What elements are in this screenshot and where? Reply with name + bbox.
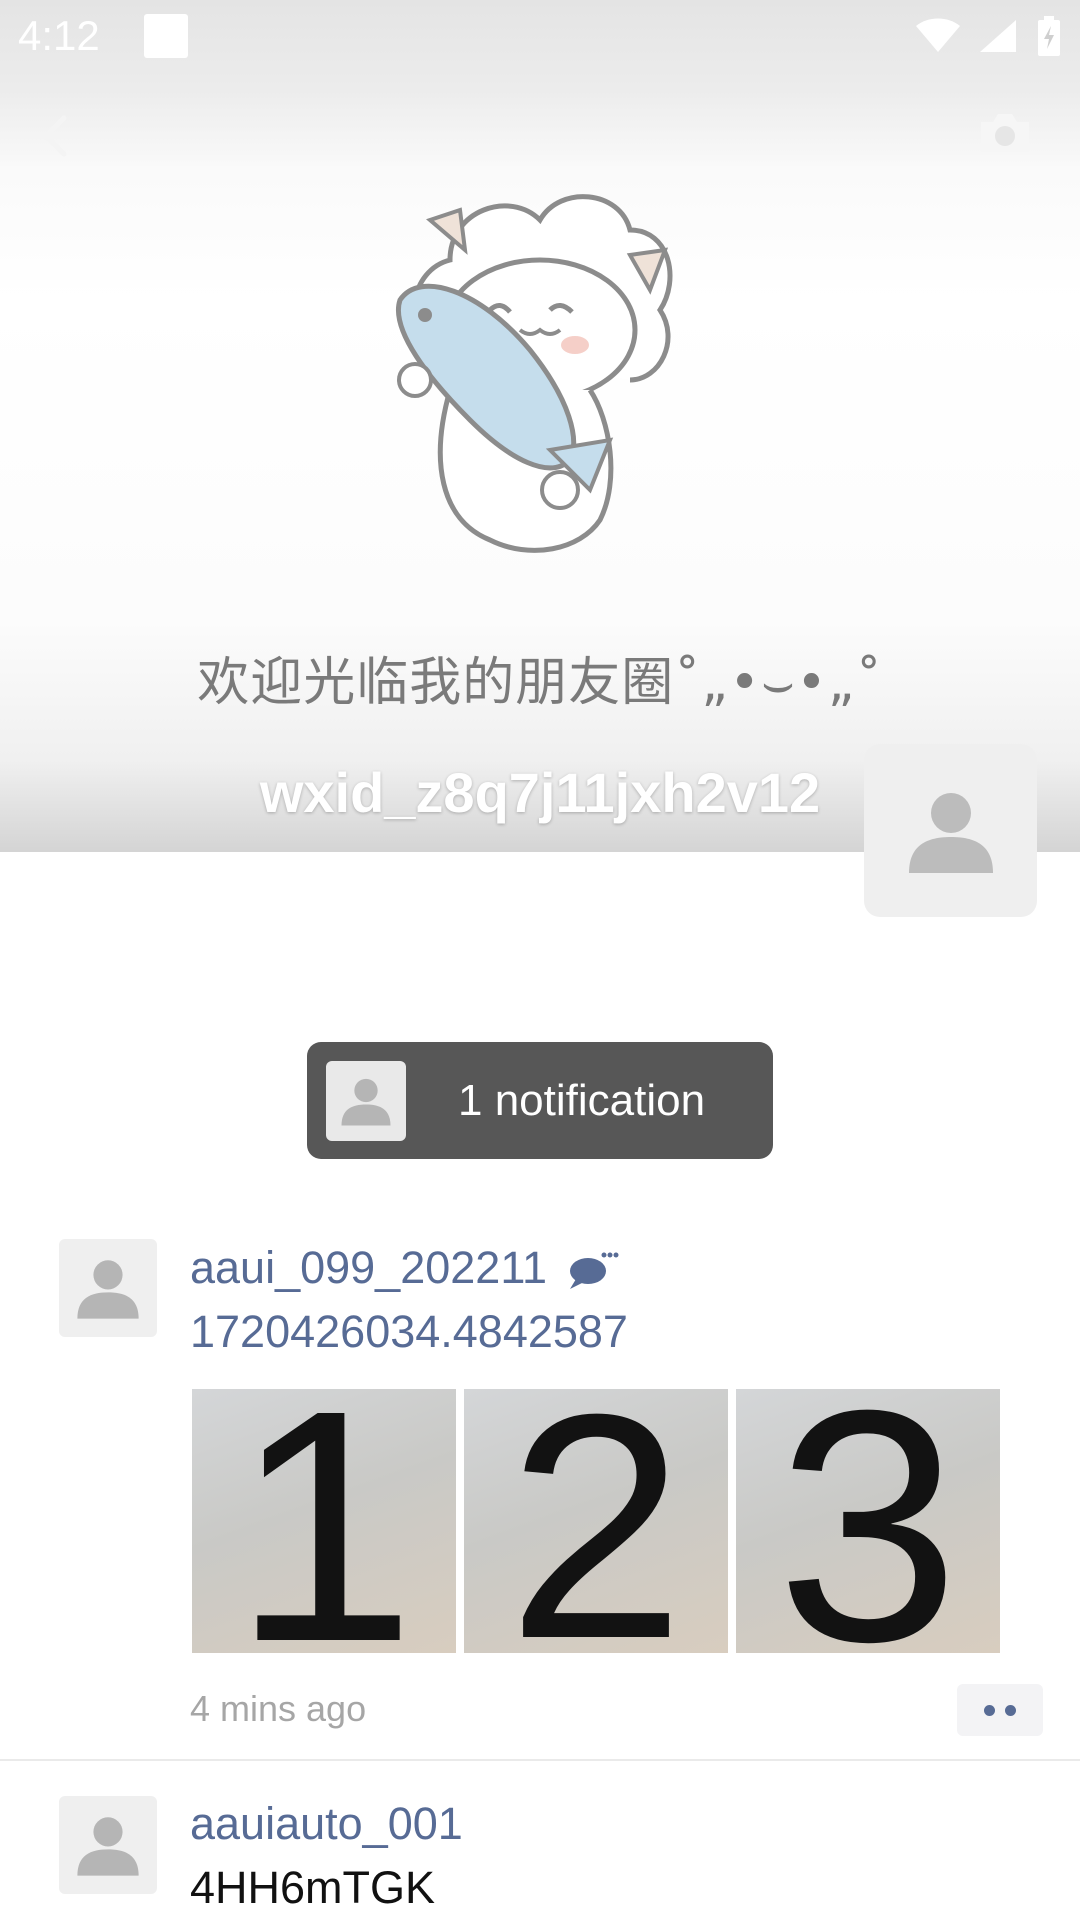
more-dot-icon xyxy=(984,1704,995,1716)
photo-number: 2 xyxy=(507,1389,685,1653)
profile-avatar[interactable] xyxy=(864,744,1037,917)
post-divider xyxy=(0,1759,1080,1761)
post-photo[interactable]: 3 xyxy=(736,1389,1000,1653)
notification-avatar xyxy=(326,1060,406,1141)
chat-bubble-icon xyxy=(569,1252,619,1290)
status-time: 4:12 xyxy=(18,12,100,59)
photo-number: 1 xyxy=(232,1389,416,1653)
post-text[interactable]: 1720426034.4842587 xyxy=(190,1306,628,1358)
cellular-signal-icon xyxy=(980,20,1016,52)
person-placeholder-icon xyxy=(77,1817,139,1876)
status-icons xyxy=(916,16,1062,56)
more-dot-icon xyxy=(1005,1704,1016,1716)
post-actions-button[interactable] xyxy=(957,1684,1043,1736)
moments-screen: 欢迎光临我的朋友圈˚„•⌣•„˚ wxid_z8q7j11jxh2v12 4:1… xyxy=(0,0,1080,1920)
person-placeholder-icon xyxy=(77,1260,139,1319)
back-arrow-icon[interactable] xyxy=(26,106,86,166)
photo-grid: 1 2 3 xyxy=(192,1389,1000,1653)
post-photo[interactable]: 1 xyxy=(192,1389,456,1653)
profile-username: wxid_z8q7j11jxh2v12 xyxy=(259,761,821,824)
post-author-name[interactable]: aauiauto_001 xyxy=(190,1798,463,1850)
post-avatar[interactable] xyxy=(59,1796,157,1894)
post-timestamp: 4 mins ago xyxy=(190,1688,367,1729)
camera-icon[interactable] xyxy=(975,108,1035,158)
post-author-name[interactable]: aaui_099_202211 xyxy=(190,1242,547,1293)
photo-number: 3 xyxy=(776,1389,960,1653)
cat-illustration xyxy=(396,194,673,553)
person-placeholder-icon xyxy=(341,1078,391,1125)
person-placeholder-icon xyxy=(908,792,993,873)
notification-pill[interactable]: 1 notification xyxy=(307,1042,773,1159)
notification-square-icon xyxy=(143,14,188,58)
wifi-icon xyxy=(916,18,960,52)
battery-charging-icon xyxy=(1038,16,1060,56)
post-photo[interactable]: 2 xyxy=(464,1389,728,1653)
post-avatar[interactable] xyxy=(59,1239,157,1337)
post-text: 4HH6mTGK xyxy=(190,1862,436,1913)
cover-image[interactable]: 欢迎光临我的朋友圈˚„•⌣•„˚ wxid_z8q7j11jxh2v12 xyxy=(0,0,1080,852)
notification-text: 1 notification xyxy=(458,1075,706,1125)
post-author[interactable]: aaui_099_202211 xyxy=(190,1242,622,1294)
status-bar: 4:12 xyxy=(0,0,1080,72)
cover-caption: 欢迎光临我的朋友圈˚„•⌣•„˚ xyxy=(197,653,883,713)
